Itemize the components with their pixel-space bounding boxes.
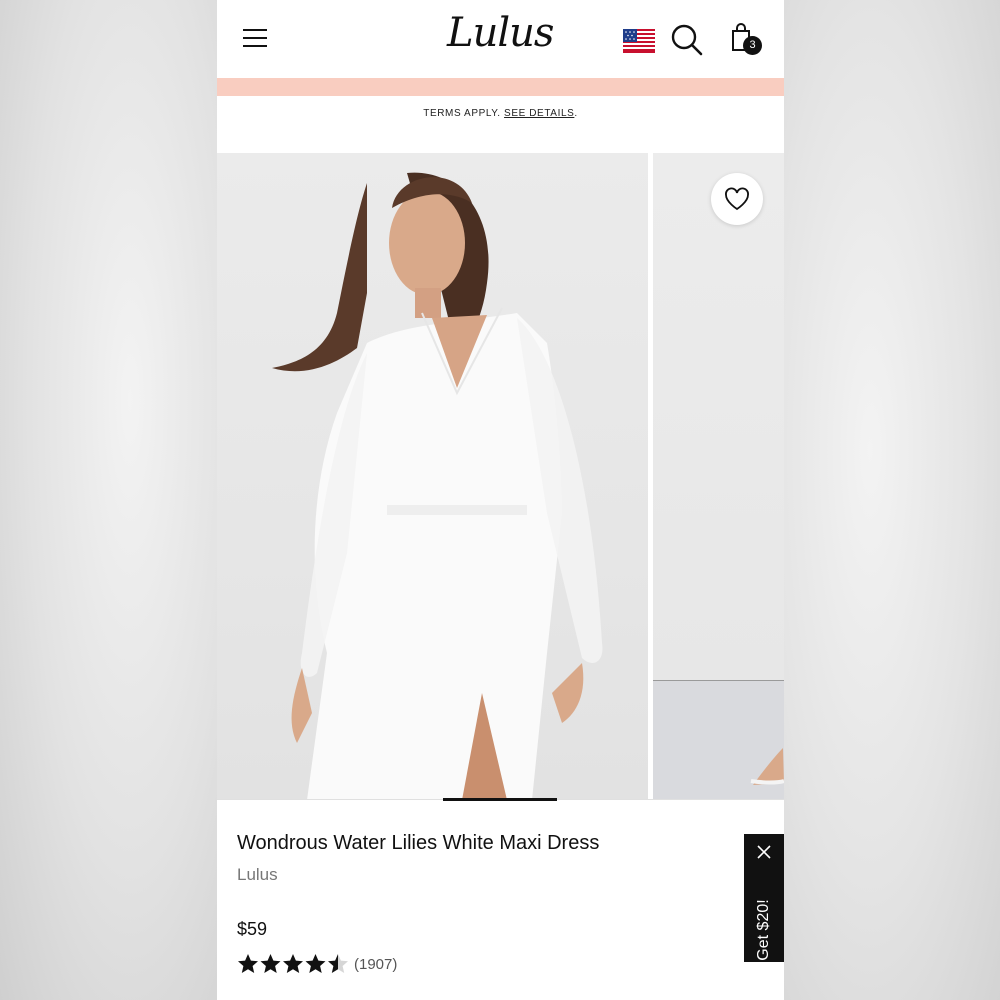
search-icon[interactable] (671, 24, 703, 56)
heart-icon (725, 187, 749, 211)
background-blur-right (784, 0, 1000, 1000)
background-blur-left (0, 0, 217, 1000)
see-details-link[interactable]: SEE DETAILS (504, 108, 574, 119)
cart-count-badge: 3 (743, 36, 762, 55)
terms-line: TERMS APPLY. SEE DETAILS. (423, 108, 578, 119)
menu-icon (243, 29, 267, 31)
star-icon (238, 954, 258, 973)
star-rating-icons (238, 954, 348, 973)
product-price: $59 (237, 919, 268, 939)
model-illustration (272, 172, 603, 800)
product-image-main[interactable] (217, 153, 648, 800)
us-flag-icon[interactable] (623, 29, 655, 53)
promo-banner[interactable] (217, 78, 784, 96)
product-brand[interactable]: Lulus (237, 865, 278, 885)
close-icon[interactable] (756, 844, 772, 860)
star-icon (260, 954, 281, 973)
carousel-progress-indicator (443, 798, 557, 801)
discount-popup-tab[interactable]: Get $20! (744, 834, 784, 962)
site-logo[interactable]: Lulus (447, 10, 554, 56)
favorite-button[interactable] (711, 173, 763, 225)
star-icon (305, 954, 326, 973)
star-icon (283, 954, 303, 973)
terms-text: TERMS APPLY. (423, 108, 501, 119)
menu-button[interactable] (243, 27, 269, 49)
star-icon (328, 954, 348, 973)
product-image-next[interactable] (653, 153, 784, 800)
product-title: Wondrous Water Lilies White Maxi Dress (237, 832, 600, 854)
site-header: Lulus 3 (217, 0, 784, 78)
product-image-carousel[interactable] (217, 153, 784, 800)
product-rating[interactable]: (1907) (237, 952, 397, 976)
discount-popup-label: Get $20! (755, 899, 772, 961)
mobile-screen: Lulus 3 TERMS APPLY. SEE DETAILS. Wondro… (217, 0, 784, 1000)
review-count[interactable]: (1907) (354, 956, 397, 973)
